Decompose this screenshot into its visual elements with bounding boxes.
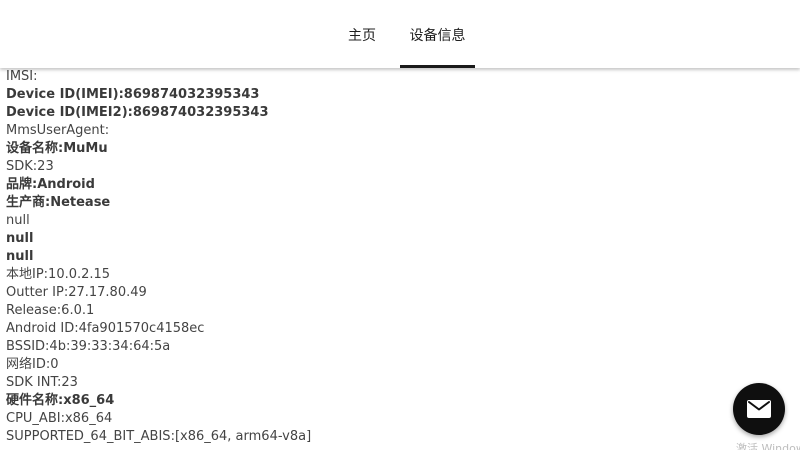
info-line: 本地IP:10.0.2.15 xyxy=(6,267,111,282)
info-line: 品牌:Android xyxy=(6,177,95,192)
device-info-list[interactable]: IMSI: Device ID(IMEI):869874032395343 Devi… xyxy=(6,68,796,446)
info-line: BSSID:4b:39:33:34:64:5a xyxy=(6,339,171,354)
info-line: Device ID(IMEI):869874032395343 xyxy=(6,87,260,102)
device-info-screen: 主页 设备信息 IMSI: Device ID(IMEI):86987403239… xyxy=(0,0,800,450)
info-line: Release:6.0.1 xyxy=(6,303,95,318)
activate-windows-watermark: 激活 Windows xyxy=(736,442,800,450)
info-line: null xyxy=(6,249,34,264)
info-line: null xyxy=(6,231,34,246)
info-line: Outter IP:27.17.80.49 xyxy=(6,285,147,300)
info-line: CPU_ABI:x86_64 xyxy=(6,411,113,426)
info-line: 硬件名称:x86_64 xyxy=(6,393,115,408)
tab-home-label: 主页 xyxy=(348,28,376,44)
info-line: Device ID(IMEI2):869874032395343 xyxy=(6,105,269,120)
tab-device-info-label: 设备信息 xyxy=(409,28,466,44)
mail-fab-button[interactable] xyxy=(733,383,785,435)
info-line: 设备名称:MuMu xyxy=(6,141,108,156)
info-line: SUPPORTED_64_BIT_ABIS:[x86_64, arm64-v8a… xyxy=(6,429,312,444)
tab-bar: 主页 设备信息 xyxy=(0,0,800,68)
info-line: IMSI: xyxy=(6,69,38,84)
info-line: 生产商:Netease xyxy=(6,195,111,210)
info-line: SDK:23 xyxy=(6,159,54,174)
active-tab-indicator xyxy=(400,65,475,68)
info-line: SDK INT:23 xyxy=(6,375,78,390)
info-line: Android ID:4fa901570c4158ec xyxy=(6,321,205,336)
info-line: null xyxy=(6,213,30,228)
tab-home[interactable]: 主页 xyxy=(332,0,392,68)
info-line: 网络ID:0 xyxy=(6,357,59,372)
info-line: MmsUserAgent: xyxy=(6,123,110,138)
mail-icon xyxy=(747,400,771,418)
tab-device-info[interactable]: 设备信息 xyxy=(400,0,475,68)
